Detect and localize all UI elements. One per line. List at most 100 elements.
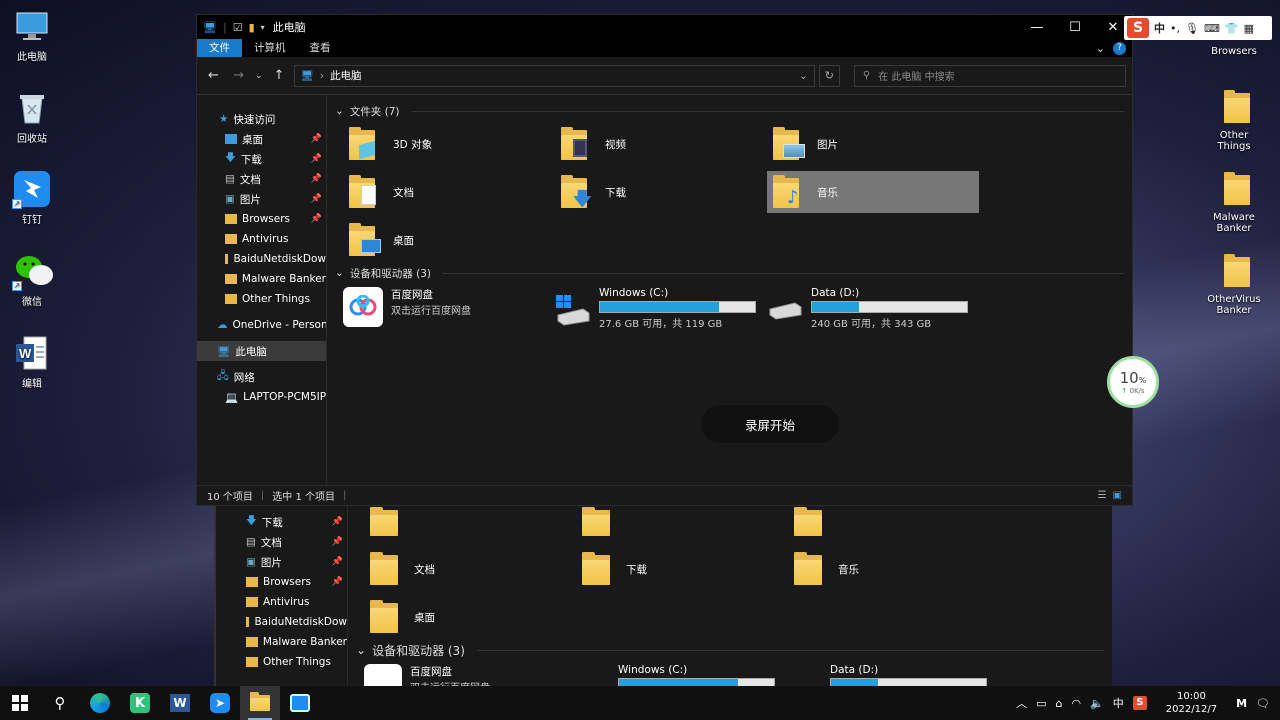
nav-item-baidunetdisk[interactable]: BaiduNetdiskDow <box>197 249 326 269</box>
breadcrumb-this-pc[interactable]: 此电脑 <box>330 68 362 83</box>
details-view-icon[interactable]: ☰ <box>1098 490 1107 501</box>
folders-group-header[interactable]: ⌄ 文件夹 (7) <box>335 103 1124 119</box>
drive-c-tile[interactable]: Windows (C:) 27.6 GB 可用，共 119 GB <box>555 287 767 333</box>
background-explorer-window[interactable]: 🡇 下载 📌 ▤ 文档 📌 ▣ 图片 📌 Browsers 📌 Antivirus Baidu… <box>214 506 1112 702</box>
address-dropdown-icon[interactable]: ⌄ <box>799 70 808 82</box>
network-speed-widget[interactable]: 10% ↑ 0K/s <box>1107 356 1159 408</box>
taskbar-kingsoft[interactable]: K <box>120 686 160 720</box>
nav-laptop[interactable]: 💻 LAPTOP-PCM5IPN <box>197 387 326 407</box>
toolbox-icon[interactable]: ▦ <box>1244 22 1254 35</box>
nav-item-pictures[interactable]: ▣ 图片 📌 <box>197 189 326 209</box>
explorer-window[interactable]: 🖥 | ☑ ▮ ▾ 此电脑 — ☐ ✕ 文件 计算机 查看 ⌄ ? ← → ⌄ … <box>196 14 1133 506</box>
nav-item-browsers[interactable]: Browsers 📌 <box>197 209 326 229</box>
help-icon[interactable]: ? <box>1113 41 1126 55</box>
nav-item-antivirus[interactable]: Antivirus <box>246 592 347 612</box>
desktop-icon-recycle-bin[interactable]: 回收站 <box>0 90 64 145</box>
widgets-icon[interactable]: M <box>1236 697 1247 710</box>
refresh-button[interactable]: ↻ <box>818 64 840 87</box>
nav-item-other-things[interactable]: Other Things <box>246 652 347 672</box>
taskbar-dingtalk[interactable]: ➤ <box>200 686 240 720</box>
desktop-icon-malware-banker[interactable]: Malware Banker <box>1202 172 1266 234</box>
desktop-icon-dingtalk[interactable]: ↗ 钉钉 <box>0 171 64 226</box>
search-button[interactable]: ⚲ <box>40 686 80 720</box>
nav-this-pc[interactable]: 🖥 此电脑 <box>197 341 326 361</box>
tab-computer[interactable]: 计算机 <box>242 39 298 57</box>
expand-ribbon-icon[interactable]: ⌄ <box>1096 42 1105 55</box>
large-icons-view-icon[interactable]: ▣ <box>1113 490 1122 501</box>
nav-item-browsers[interactable]: Browsers 📌 <box>246 572 347 592</box>
wifi-icon[interactable]: ◠ <box>1071 697 1081 710</box>
nav-item-documents[interactable]: ▤ 文档 📌 <box>197 169 326 189</box>
nav-item-pictures[interactable]: ▣ 图片 📌 <box>246 552 347 572</box>
minimize-button[interactable]: — <box>1018 15 1056 39</box>
battery-icon[interactable]: ▭ <box>1036 697 1046 710</box>
folder-tile-documents[interactable]: 文档 <box>364 548 576 590</box>
folder-tile-downloads[interactable]: 下载 <box>576 548 788 590</box>
nav-item-desktop[interactable]: 桌面 📌 <box>197 129 326 149</box>
nav-item-downloads[interactable]: 🡇 下载 📌 <box>246 512 347 532</box>
folder-tile-pictures[interactable] <box>788 500 1000 542</box>
taskbar-file-explorer[interactable] <box>240 686 280 720</box>
volume-icon[interactable]: 🔈 <box>1090 697 1104 710</box>
taskbar-word[interactable]: W <box>160 686 200 720</box>
folder-tile-videos[interactable]: 视频 <box>555 123 767 165</box>
show-hidden-icons-icon[interactable]: ︿ <box>1016 695 1027 711</box>
desktop-icon-this-pc[interactable]: 此电脑 <box>0 8 64 63</box>
nav-network[interactable]: 🖧 网络 <box>197 367 326 387</box>
nav-item-documents[interactable]: ▤ 文档 📌 <box>246 532 347 552</box>
forward-button[interactable]: → <box>228 68 249 83</box>
nav-item-antivirus[interactable]: Antivirus <box>197 229 326 249</box>
folder-tile-desktop[interactable]: 桌面 <box>343 219 555 261</box>
taskbar-app[interactable] <box>280 686 320 720</box>
folder-tile-downloads[interactable]: 🡇 下载 <box>555 171 767 213</box>
microphone-icon[interactable]: 🎙 <box>1185 22 1199 35</box>
address-bar[interactable]: 🖥 › 此电脑 ⌄ <box>293 64 815 87</box>
recent-locations-button[interactable]: ⌄ <box>253 71 264 81</box>
nav-item-downloads[interactable]: 🡇 下载 📌 <box>197 149 326 169</box>
nav-item-malware-banker[interactable]: Malware Banker <box>197 269 326 289</box>
folder-tile-videos[interactable] <box>576 500 788 542</box>
search-box[interactable]: ⚲ 在 此电脑 中搜索 <box>853 64 1126 87</box>
baidu-netdisk-tile[interactable]: 百度网盘 双击运行百度网盘 <box>343 287 555 333</box>
keyboard-icon[interactable]: ⌨ <box>1204 22 1220 35</box>
sogou-logo[interactable]: S <box>1127 18 1149 38</box>
skin-icon[interactable]: 👕 <box>1225 22 1239 35</box>
properties-icon[interactable]: ☑ <box>233 21 243 34</box>
devices-group-header[interactable]: ⌄ 设备和驱动器 (3) <box>335 265 1124 281</box>
desktop-icon-word-doc[interactable]: W 编辑 <box>0 335 64 390</box>
folder-tile-music[interactable]: ♪ 音乐 <box>767 171 979 213</box>
folder-tile-music[interactable]: 音乐 <box>788 548 1000 590</box>
back-button[interactable]: ← <box>203 68 224 83</box>
nav-item-baidunetdisk[interactable]: BaiduNetdiskDow <box>246 612 347 632</box>
nav-onedrive[interactable]: ☁ OneDrive - Persona <box>197 315 326 335</box>
sogou-tray-icon[interactable]: S <box>1132 696 1147 710</box>
folder-tile-desktop[interactable]: 桌面 <box>364 596 576 638</box>
desktop-icon-wechat[interactable]: ↗ 微信 <box>0 253 64 308</box>
network-tray-icon[interactable]: ⌂ <box>1056 697 1063 710</box>
folder-tile-3d-objects[interactable]: 3D 对象 <box>343 123 555 165</box>
tray-ime-mode[interactable]: 中 <box>1113 695 1124 711</box>
ime-mode-chinese[interactable]: 中 <box>1154 20 1165 36</box>
desktop-icon-browsers[interactable]: Browsers <box>1202 46 1266 57</box>
nav-item-other-things[interactable]: Other Things <box>197 289 326 309</box>
folder-tile-3d-objects[interactable] <box>364 500 576 542</box>
desktop-icon-other-things[interactable]: Other Things <box>1202 90 1266 152</box>
start-button[interactable] <box>0 686 40 720</box>
tab-file[interactable]: 文件 <box>197 39 242 57</box>
ime-toolbar[interactable]: S 中 •, 🎙 ⌨ 👕 ▦ <box>1124 16 1272 40</box>
up-button[interactable]: ↑ <box>269 68 290 83</box>
taskbar-edge[interactable] <box>80 686 120 720</box>
title-bar[interactable]: 🖥 | ☑ ▮ ▾ 此电脑 — ☐ ✕ <box>197 15 1132 39</box>
desktop-icon-othervirus-banker[interactable]: OtherVirus Banker <box>1202 254 1266 316</box>
clock[interactable]: 10:00 2022/12/7 <box>1156 690 1227 716</box>
folder-tile-pictures[interactable]: 图片 <box>767 123 979 165</box>
nav-quick-access[interactable]: ★ 快速访问 <box>197 109 326 129</box>
devices-group-header[interactable]: ⌄ 设备和驱动器 (3) <box>356 642 1104 658</box>
tab-view[interactable]: 查看 <box>298 39 343 57</box>
customize-quick-access-icon[interactable]: ▾ <box>261 23 265 32</box>
punctuation-icon[interactable]: •, <box>1170 22 1180 35</box>
maximize-button[interactable]: ☐ <box>1056 15 1094 39</box>
new-folder-icon[interactable]: ▮ <box>249 21 255 34</box>
nav-item-malware-banker[interactable]: Malware Banker <box>246 632 347 652</box>
folder-tile-documents[interactable]: 文档 <box>343 171 555 213</box>
